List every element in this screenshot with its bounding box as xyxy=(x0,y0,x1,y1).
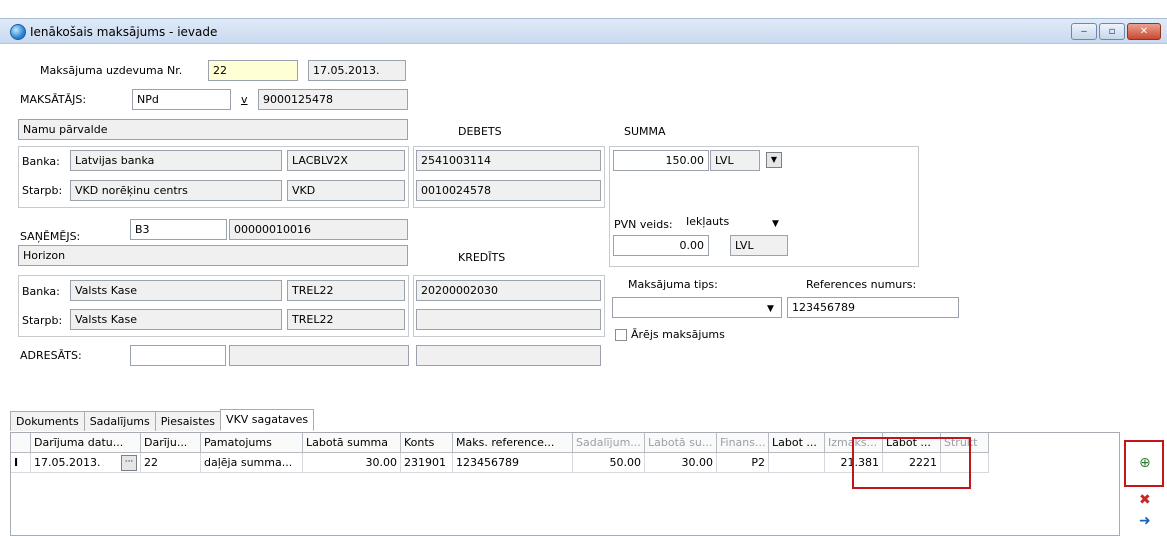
receiver-starpb-code-field: TREL22 xyxy=(287,309,405,330)
vat-currency-field: LVL xyxy=(730,235,788,256)
currency-dropdown-icon[interactable]: ▼ xyxy=(766,152,782,168)
vat-type-dropdown-icon[interactable]: ▼ xyxy=(772,219,779,229)
tab-dokuments[interactable]: Dokuments xyxy=(10,411,85,431)
column-header[interactable]: Darījuma datu... xyxy=(31,433,141,453)
payer-bic-field: LACBLV2X xyxy=(287,150,405,171)
receiver-bank-label: Banka: xyxy=(22,285,60,298)
payer-starpb-label: Starpb: xyxy=(22,184,63,197)
reference-label: References numurs: xyxy=(806,278,917,291)
external-payment-checkbox[interactable] xyxy=(615,329,627,341)
currency-field: LVL xyxy=(710,150,760,171)
reference-number-input[interactable]: 123456789 xyxy=(787,297,959,318)
kredits-account-2 xyxy=(416,309,601,330)
export-icon[interactable]: ➜ xyxy=(1139,513,1151,529)
receiver-bank-field: Valsts Kase xyxy=(70,280,282,301)
grid-cell[interactable]: 30.00 xyxy=(645,453,717,473)
receiver-starpb-label: Starpb: xyxy=(22,314,63,327)
payer-reg-field: 9000125478 xyxy=(258,89,408,110)
vat-type-select[interactable]: Iekļauts xyxy=(682,212,782,233)
app-globe-icon xyxy=(10,24,26,40)
add-row-icon[interactable]: ⊕ xyxy=(1139,455,1151,471)
kredits-account-1: 20200002030 xyxy=(416,280,601,301)
grid-cell[interactable]: daļēja summa... xyxy=(201,453,303,473)
payment-type-select[interactable] xyxy=(612,297,782,318)
column-header[interactable]: Labotā su... xyxy=(645,433,717,453)
column-header[interactable]: Maks. reference... xyxy=(453,433,573,453)
column-header[interactable]: Pamatojums xyxy=(201,433,303,453)
delete-row-icon[interactable]: ✖ xyxy=(1139,492,1151,508)
tab-sadalijums[interactable]: Sadalījums xyxy=(83,411,156,431)
grid-cell[interactable]: 123456789 xyxy=(453,453,573,473)
date-field[interactable]: 17.05.2013. xyxy=(308,60,406,81)
grid-header: Darījuma datu... Darīju... Pamatojums La… xyxy=(11,433,989,453)
column-header[interactable]: Darīju... xyxy=(141,433,201,453)
maximize-button[interactable]: ▫ xyxy=(1099,23,1125,40)
order-number-input[interactable]: 22 xyxy=(208,60,298,81)
summa-label: SUMMA xyxy=(624,125,666,138)
date-picker-icon[interactable]: ··· xyxy=(121,455,137,471)
vat-amount-field[interactable]: 0.00 xyxy=(613,235,709,256)
order-number-label: Maksājuma uzdevuma Nr. xyxy=(40,64,183,77)
debets-label: DEBETS xyxy=(458,125,502,138)
payment-type-label: Maksājuma tips: xyxy=(628,278,718,291)
row-cursor-icon: I xyxy=(11,453,31,473)
column-header[interactable]: Finans... xyxy=(717,433,769,453)
tab-strip: Dokuments Sadalījums Piesaistes VKV saga… xyxy=(10,409,315,431)
payer-name-field: Namu pārvalde xyxy=(18,119,408,140)
payer-starpb-field: VKD norēķinu centrs xyxy=(70,180,282,201)
payer-code-input[interactable]: NPd xyxy=(132,89,231,110)
debets-account-1: 2541003114 xyxy=(416,150,601,171)
addressee-code-input[interactable] xyxy=(130,345,226,366)
payer-label: MAKSĀTĀJS: xyxy=(20,93,87,106)
close-button[interactable]: ✕ xyxy=(1127,23,1161,40)
top-band xyxy=(0,0,1167,18)
grid-cell[interactable]: 30.00 xyxy=(303,453,401,473)
minimize-button[interactable]: ‒ xyxy=(1071,23,1097,40)
column-header[interactable]: Labot ... xyxy=(769,433,825,453)
addressee-label: ADRESĀTS: xyxy=(20,349,82,362)
payment-type-dropdown-icon[interactable]: ▼ xyxy=(767,304,774,314)
grid-cell[interactable]: 231901 xyxy=(401,453,453,473)
receiver-reg-field: 00000010016 xyxy=(229,219,408,240)
tab-vkv-sagataves[interactable]: VKV sagataves xyxy=(220,409,315,431)
payer-starpb-code-field: VKD xyxy=(287,180,405,201)
payment-window: Ienākošais maksājums - ievade ‒ ▫ ✕ Maks… xyxy=(0,0,1167,536)
addressee-account-field xyxy=(416,345,601,366)
receiver-starpb-field: Valsts Kase xyxy=(70,309,282,330)
amount-input[interactable]: 150.00 xyxy=(613,150,709,171)
title-bar: Ienākošais maksājums - ievade ‒ ▫ ✕ xyxy=(0,18,1167,44)
table-row[interactable]: I 17.05.2013. 22 daļēja summa... 30.00 2… xyxy=(11,453,989,473)
grid-cell[interactable]: 50.00 xyxy=(573,453,645,473)
payer-bank-label: Banka: xyxy=(22,155,60,168)
column-header[interactable]: Konts xyxy=(401,433,453,453)
payer-bank-field: Latvijas banka xyxy=(70,150,282,171)
debets-account-2: 0010024578 xyxy=(416,180,601,201)
grid-indicator-header xyxy=(11,433,31,453)
vat-type-label: PVN veids: xyxy=(614,218,673,231)
column-header[interactable]: Sadalījum... xyxy=(573,433,645,453)
receiver-name-field: Horizon xyxy=(18,245,408,266)
grid-cell[interactable] xyxy=(769,453,825,473)
addressee-name-field xyxy=(229,345,409,366)
receiver-bic-field: TREL22 xyxy=(287,280,405,301)
column-header[interactable]: Labotā summa xyxy=(303,433,401,453)
grid-cell[interactable]: 22 xyxy=(141,453,201,473)
tab-piesaistes[interactable]: Piesaistes xyxy=(154,411,222,431)
grid-cell[interactable]: P2 xyxy=(717,453,769,473)
external-payment-label: Ārējs maksājums xyxy=(631,328,725,341)
window-title: Ienākošais maksājums - ievade xyxy=(30,25,218,39)
receiver-label: SAŅĒMĒJS: xyxy=(20,230,81,243)
payer-v-link[interactable]: v xyxy=(241,93,248,106)
receiver-code-input[interactable]: B3 xyxy=(130,219,227,240)
kredits-label: KREDĪTS xyxy=(458,251,506,264)
highlight-box xyxy=(852,437,971,489)
